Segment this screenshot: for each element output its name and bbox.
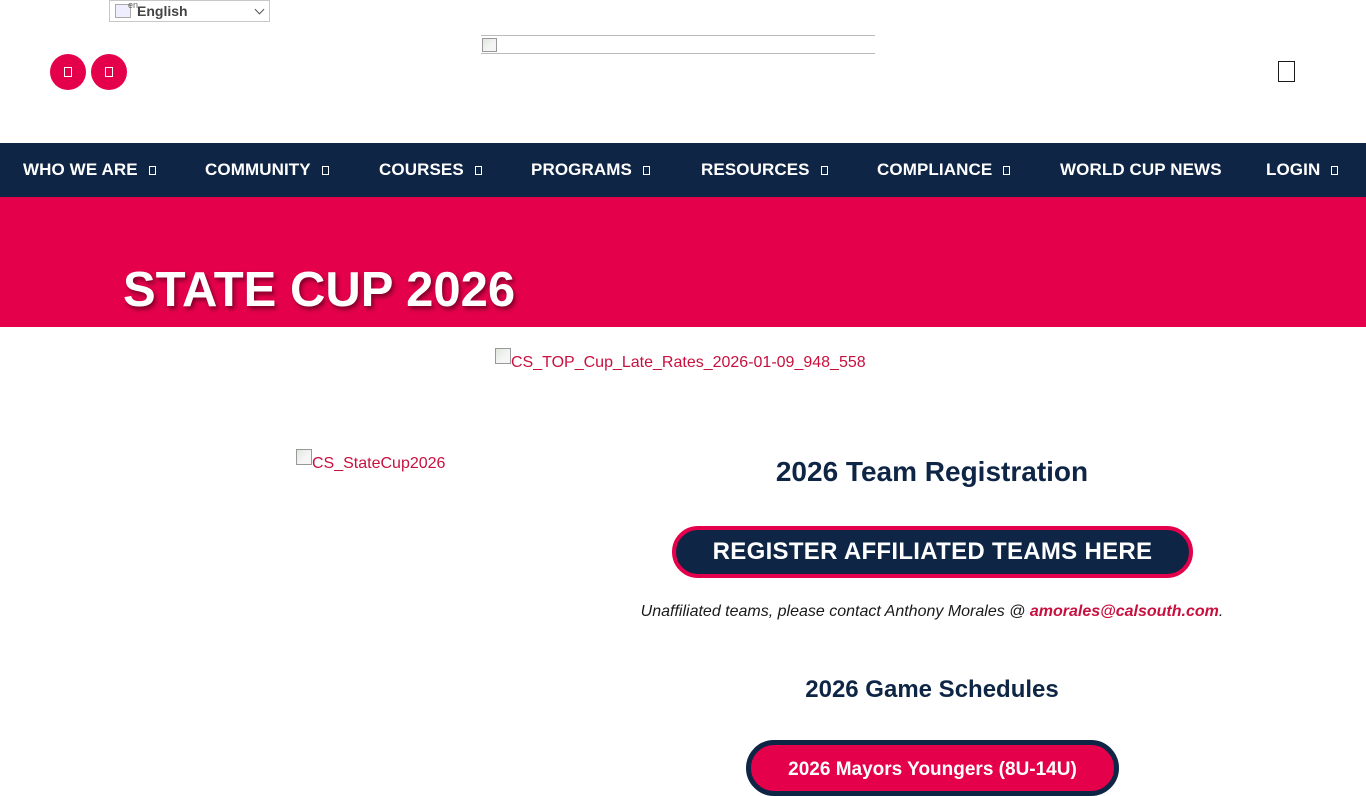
registration-heading: 2026 Team Registration xyxy=(775,456,1089,487)
dropdown-icon xyxy=(321,165,329,175)
dropdown-icon xyxy=(148,165,156,175)
promo-image[interactable]: CS_TOP_Cup_Late_Rates_2026-01-09_948_558 xyxy=(495,348,866,372)
unaffiliated-note: Unaffiliated teams, please contact Antho… xyxy=(640,603,1224,620)
register-affiliated-teams-button[interactable]: REGISTER AFFILIATED TEAMS HERE xyxy=(672,526,1193,578)
main-nav: WHO WE ARE COMMUNITY COURSES PROGRAMS RE… xyxy=(0,143,1366,197)
nav-item-who-we-are[interactable]: WHO WE ARE xyxy=(23,143,156,197)
nav-item-compliance[interactable]: COMPLIANCE xyxy=(877,143,1011,197)
dropdown-icon xyxy=(820,165,828,175)
dropdown-icon xyxy=(642,165,650,175)
nav-item-community[interactable]: COMMUNITY xyxy=(205,143,329,197)
broken-image-icon xyxy=(482,38,497,52)
search-icon[interactable] xyxy=(1278,61,1295,82)
nav-item-courses[interactable]: COURSES xyxy=(379,143,482,197)
language-label: English xyxy=(137,3,188,19)
site-logo[interactable] xyxy=(481,35,875,54)
nav-item-programs[interactable]: PROGRAMS xyxy=(531,143,650,197)
instagram-icon[interactable] xyxy=(91,54,127,90)
language-selector[interactable]: en English xyxy=(109,0,270,22)
state-cup-image: CS_StateCup2026 xyxy=(296,449,445,473)
broken-image-icon xyxy=(495,348,511,364)
facebook-icon[interactable] xyxy=(50,54,86,90)
dropdown-icon xyxy=(1003,165,1011,175)
nav-item-world-cup-news[interactable]: WORLD CUP NEWS xyxy=(1060,143,1222,197)
schedule-mayors-youngers-button[interactable]: 2026 Mayors Youngers (8U-14U) xyxy=(746,740,1119,796)
flag-icon: en xyxy=(115,0,138,18)
nav-item-resources[interactable]: RESOURCES xyxy=(701,143,828,197)
chevron-down-icon xyxy=(254,4,265,15)
nav-item-login[interactable]: LOGIN xyxy=(1266,143,1339,197)
broken-image-icon xyxy=(296,449,312,465)
page-title: STATE CUP 2026 xyxy=(123,263,516,317)
dropdown-icon xyxy=(474,165,482,175)
dropdown-icon xyxy=(1331,165,1339,175)
contact-email-link[interactable]: amorales@calsouth.com xyxy=(1030,603,1219,620)
schedules-heading: 2026 Game Schedules xyxy=(805,676,1059,703)
